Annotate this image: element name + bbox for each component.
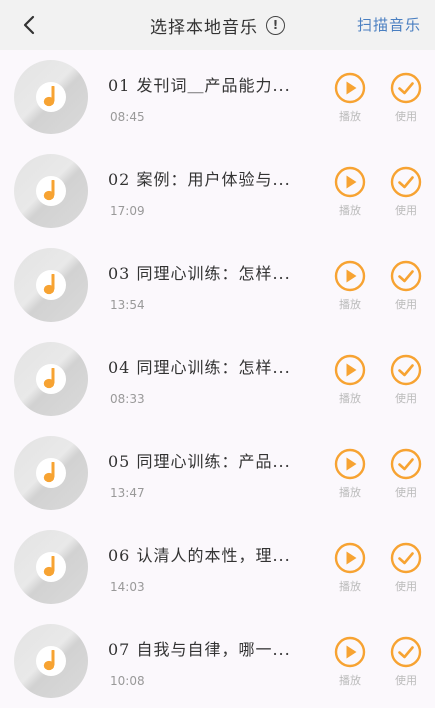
check-icon <box>390 166 422 198</box>
music-disc-icon <box>14 436 88 510</box>
use-button[interactable]: 使用 <box>388 636 424 688</box>
use-button[interactable]: 使用 <box>388 542 424 594</box>
track-duration: 08:33 <box>110 392 145 406</box>
music-note-icon <box>43 86 55 107</box>
play-label: 播放 <box>339 486 361 499</box>
play-button[interactable]: 播放 <box>332 448 368 500</box>
track-name: 01 发刊词＿产品能力... <box>108 76 291 95</box>
use-label: 使用 <box>395 486 417 499</box>
track-name: 02 案例：用户体验与... <box>108 170 291 189</box>
use-button[interactable]: 使用 <box>388 354 424 406</box>
music-note-icon <box>43 462 55 483</box>
use-button[interactable]: 使用 <box>388 166 424 218</box>
check-icon <box>390 260 422 292</box>
music-disc-icon <box>14 624 88 698</box>
track-name: 04 同理心训练：怎样... <box>108 358 291 377</box>
music-disc-icon <box>14 342 88 416</box>
track-duration: 13:54 <box>110 298 145 312</box>
check-icon <box>390 72 422 104</box>
track-duration: 08:45 <box>110 110 145 124</box>
track-duration: 13:47 <box>110 486 145 500</box>
play-button[interactable]: 播放 <box>332 72 368 124</box>
track-row[interactable]: 03 同理心训练：怎样... 13:54 播放 使用 <box>0 238 435 332</box>
play-label: 播放 <box>339 580 361 593</box>
track-row[interactable]: 07 自我与自律，哪一... 10:08 播放 使用 <box>0 614 435 708</box>
track-row[interactable]: 02 案例：用户体验与... 17:09 播放 使用 <box>0 144 435 238</box>
play-icon <box>334 636 366 668</box>
use-label: 使用 <box>395 298 417 311</box>
play-label: 播放 <box>339 392 361 405</box>
use-label: 使用 <box>395 674 417 687</box>
use-label: 使用 <box>395 204 417 217</box>
track-duration: 17:09 <box>110 204 145 218</box>
play-icon <box>334 448 366 480</box>
track-row[interactable]: 04 同理心训练：怎样... 08:33 播放 使用 <box>0 332 435 426</box>
page-title: 选择本地音乐 <box>150 17 258 38</box>
music-note-icon <box>43 274 55 295</box>
play-icon <box>334 72 366 104</box>
scan-music-button[interactable]: 扫描音乐 <box>357 14 421 35</box>
check-icon <box>390 542 422 574</box>
use-button[interactable]: 使用 <box>388 260 424 312</box>
play-label: 播放 <box>339 110 361 123</box>
header-bar: 选择本地音乐 ! 扫描音乐 <box>0 0 435 50</box>
check-icon <box>390 448 422 480</box>
play-label: 播放 <box>339 674 361 687</box>
play-icon <box>334 354 366 386</box>
music-disc-icon <box>14 154 88 228</box>
use-label: 使用 <box>395 110 417 123</box>
track-row[interactable]: 06 认清人的本性，理... 14:03 播放 使用 <box>0 520 435 614</box>
track-row[interactable]: 05 同理心训练：产品... 13:47 播放 使用 <box>0 426 435 520</box>
use-label: 使用 <box>395 392 417 405</box>
play-label: 播放 <box>339 204 361 217</box>
play-button[interactable]: 播放 <box>332 166 368 218</box>
music-note-icon <box>43 368 55 389</box>
track-name: 07 自我与自律，哪一... <box>108 640 291 659</box>
play-icon <box>334 260 366 292</box>
check-icon <box>390 354 422 386</box>
track-name: 05 同理心训练：产品... <box>108 452 291 471</box>
music-disc-icon <box>14 530 88 604</box>
track-name: 03 同理心训练：怎样... <box>108 264 291 283</box>
music-disc-icon <box>14 248 88 322</box>
track-name: 06 认清人的本性，理... <box>108 546 291 565</box>
track-duration: 14:03 <box>110 580 145 594</box>
music-note-icon <box>43 180 55 201</box>
play-button[interactable]: 播放 <box>332 542 368 594</box>
chevron-left-icon <box>23 15 35 35</box>
play-label: 播放 <box>339 298 361 311</box>
play-button[interactable]: 播放 <box>332 260 368 312</box>
music-note-icon <box>43 556 55 577</box>
back-button[interactable] <box>12 8 46 42</box>
track-duration: 10:08 <box>110 674 145 688</box>
play-button[interactable]: 播放 <box>332 354 368 406</box>
track-list: 01 发刊词＿产品能力... 08:45 播放 使用 02 案例：用户体验与..… <box>0 50 435 708</box>
use-button[interactable]: 使用 <box>388 72 424 124</box>
use-label: 使用 <box>395 580 417 593</box>
info-icon[interactable]: ! <box>266 15 285 35</box>
use-button[interactable]: 使用 <box>388 448 424 500</box>
play-button[interactable]: 播放 <box>332 636 368 688</box>
check-icon <box>390 636 422 668</box>
music-note-icon <box>43 650 55 671</box>
play-icon <box>334 542 366 574</box>
music-disc-icon <box>14 60 88 134</box>
track-row[interactable]: 01 发刊词＿产品能力... 08:45 播放 使用 <box>0 50 435 144</box>
play-icon <box>334 166 366 198</box>
